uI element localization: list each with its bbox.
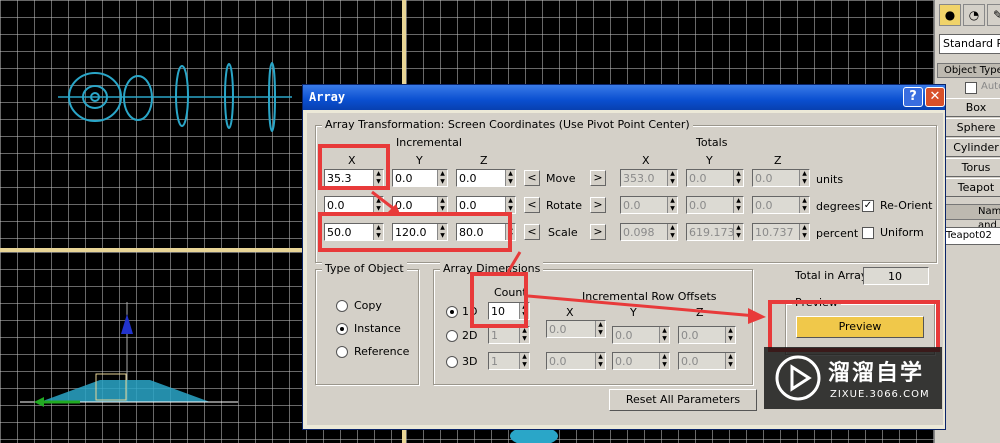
watermark-brand: 溜溜自学 — [828, 361, 925, 386]
watermark: 溜溜自学 ZIXUE.3066.COM — [764, 347, 942, 409]
play-logo-icon — [775, 355, 821, 401]
watermark-url: ZIXUE.3066.COM — [830, 389, 930, 400]
